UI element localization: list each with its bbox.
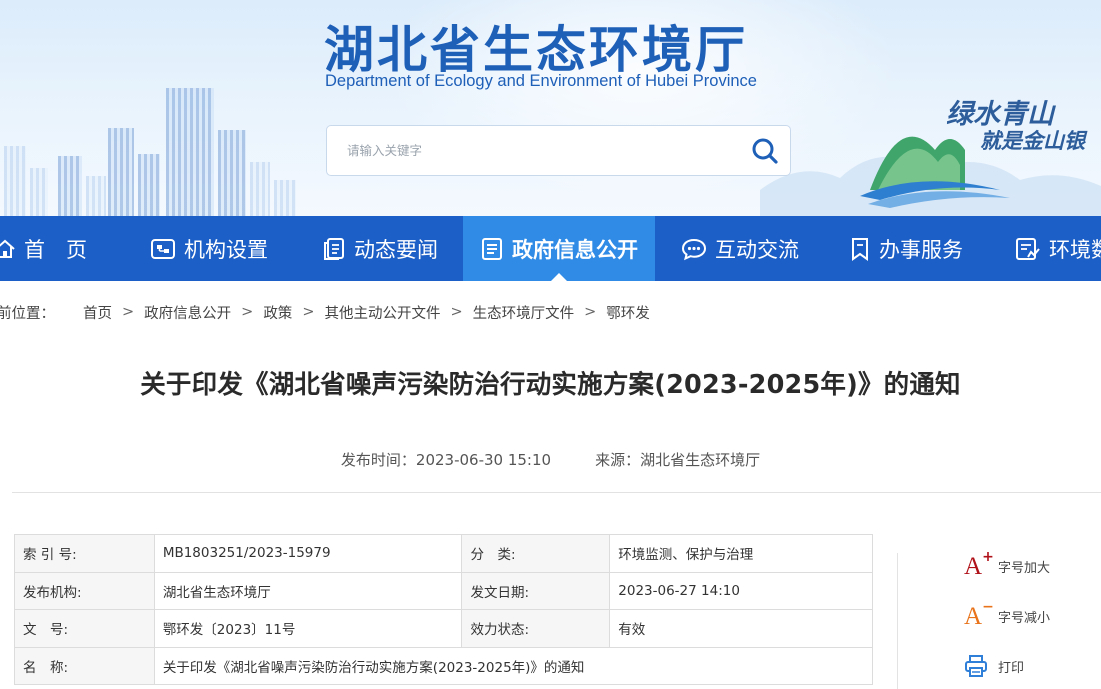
tools-divider (897, 553, 898, 689)
nav-item-label: 环境数 (1049, 237, 1101, 262)
chat-bubble-icon (681, 238, 707, 260)
document-info-table: 索 引 号: MB1803251/2023-15979 分 类: 环境监测、保护… (14, 534, 874, 685)
source-label: 来源： (595, 451, 641, 469)
search-input[interactable] (327, 126, 737, 175)
table-row: 发布机构: 湖北省生态环境厅 发文日期: 2023-06-27 14:10 (14, 571, 873, 610)
breadcrumb-separator: > (450, 304, 463, 320)
index-no-value: MB1803251/2023-15979 (153, 534, 463, 573)
nav-item-label: 机构设置 (184, 237, 268, 262)
font-decrease-icon: A − (964, 599, 994, 630)
breadcrumb-dept-files[interactable]: 生态环境厅文件 (473, 302, 575, 323)
active-caret (551, 273, 567, 281)
org-chart-icon (151, 238, 175, 259)
issue-date-value: 2023-06-27 14:10 (609, 571, 873, 610)
category-label: 分 类: (461, 534, 611, 573)
divider (12, 492, 1101, 493)
breadcrumb-policy[interactable]: 政策 (263, 302, 292, 323)
article-title: 关于印发《湖北省噪声污染防治行动实施方案(2023-2025年)》的通知 (140, 370, 961, 400)
city-skyline-illustration (0, 80, 300, 216)
site-subtitle: Department of Ecology and Environment of… (325, 72, 757, 90)
category-value: 环境监测、保护与治理 (609, 534, 873, 573)
main-nav: 首 页 机构设置 动态要闻 政府信息公开 互动交流 办事服务 环境 (0, 216, 1101, 281)
data-chart-icon (1016, 237, 1040, 260)
publisher-value: 湖北省生态环境厅 (153, 571, 463, 610)
breadcrumb-lead: 前位置： (0, 305, 55, 322)
doc-name-value: 关于印发《湖北省噪声污染防治行动实施方案(2023-2025年)》的通知 (153, 646, 874, 685)
search-box (326, 125, 791, 176)
article-meta: 发布时间：2023-06-30 15:10 来源：湖北省生态环境厅 (0, 449, 1101, 470)
table-row: 文 号: 鄂环发〔2023〕11号 效力状态: 有效 (14, 609, 873, 648)
index-no-label: 索 引 号: (14, 534, 155, 573)
breadcrumb-other-files[interactable]: 其他主动公开文件 (324, 302, 440, 323)
print-button[interactable]: 打印 (964, 653, 1024, 679)
print-label: 打印 (998, 660, 1025, 676)
printer-icon (965, 655, 987, 677)
publish-time-label: 发布时间： (340, 451, 416, 469)
home-icon (0, 239, 15, 258)
news-icon (324, 237, 344, 260)
breadcrumb-gov-info[interactable]: 政府信息公开 (144, 302, 231, 323)
nav-item-label: 动态要闻 (354, 237, 438, 262)
font-increase-icon: A + (964, 549, 994, 580)
breadcrumb: 前位置： 首页 > 政府信息公开 > 政策 > 其他主动公开文件 > 生态环境厅… (0, 302, 650, 322)
font-decrease-button[interactable]: A − 字号减小 (964, 599, 1051, 630)
search-button[interactable] (750, 136, 780, 166)
nav-item-services[interactable]: 办事服务 (849, 216, 963, 281)
breadcrumb-home[interactable]: 首页 (83, 302, 112, 323)
font-increase-button[interactable]: A + 字号加大 (964, 549, 1051, 580)
bookmark-icon (852, 237, 868, 261)
publish-time: 2023-06-30 15:10 (415, 451, 552, 469)
nav-item-interact[interactable]: 互动交流 (681, 216, 799, 281)
nav-item-label: 首 页 (24, 237, 87, 262)
nav-item-label: 互动交流 (715, 237, 799, 262)
doc-number-value: 鄂环发〔2023〕11号 (153, 609, 463, 648)
search-icon (752, 138, 778, 164)
font-decrease-label: 字号减小 (998, 610, 1051, 626)
validity-value: 有效 (609, 609, 873, 648)
font-increase-label: 字号加大 (998, 560, 1051, 576)
site-header: 湖北省生态环境厅 Department of Ecology and Envir… (0, 0, 1101, 216)
table-row: 名 称: 关于印发《湖北省噪声污染防治行动实施方案(2023-2025年)》的通… (14, 646, 874, 685)
doc-number-label: 文 号: (14, 609, 155, 648)
breadcrumb-ehf[interactable]: 鄂环发 (606, 302, 650, 323)
issue-date-label: 发文日期: (461, 571, 611, 610)
breadcrumb-separator: > (241, 304, 254, 320)
slogan-line-2: 就是金山银 (980, 128, 1085, 153)
nav-item-news[interactable]: 动态要闻 (322, 216, 438, 281)
validity-label: 效力状态: (461, 609, 611, 648)
source-value: 湖北省生态环境厅 (640, 451, 761, 469)
table-row: 索 引 号: MB1803251/2023-15979 分 类: 环境监测、保护… (14, 534, 873, 573)
breadcrumb-separator: > (122, 304, 135, 320)
publisher-label: 发布机构: (14, 571, 155, 610)
document-list-icon (482, 237, 502, 260)
nav-item-env-data[interactable]: 环境数 (1015, 216, 1101, 281)
doc-name-label: 名 称: (14, 646, 155, 685)
breadcrumb-separator: > (584, 304, 597, 320)
nav-item-home[interactable]: 首 页 (0, 216, 124, 281)
nav-item-org[interactable]: 机构设置 (150, 216, 268, 281)
breadcrumb-separator: > (302, 304, 315, 320)
nav-item-label: 政府信息公开 (512, 237, 638, 262)
nav-item-label: 办事服务 (879, 237, 963, 262)
nav-item-gov-info[interactable]: 政府信息公开 (463, 216, 655, 281)
